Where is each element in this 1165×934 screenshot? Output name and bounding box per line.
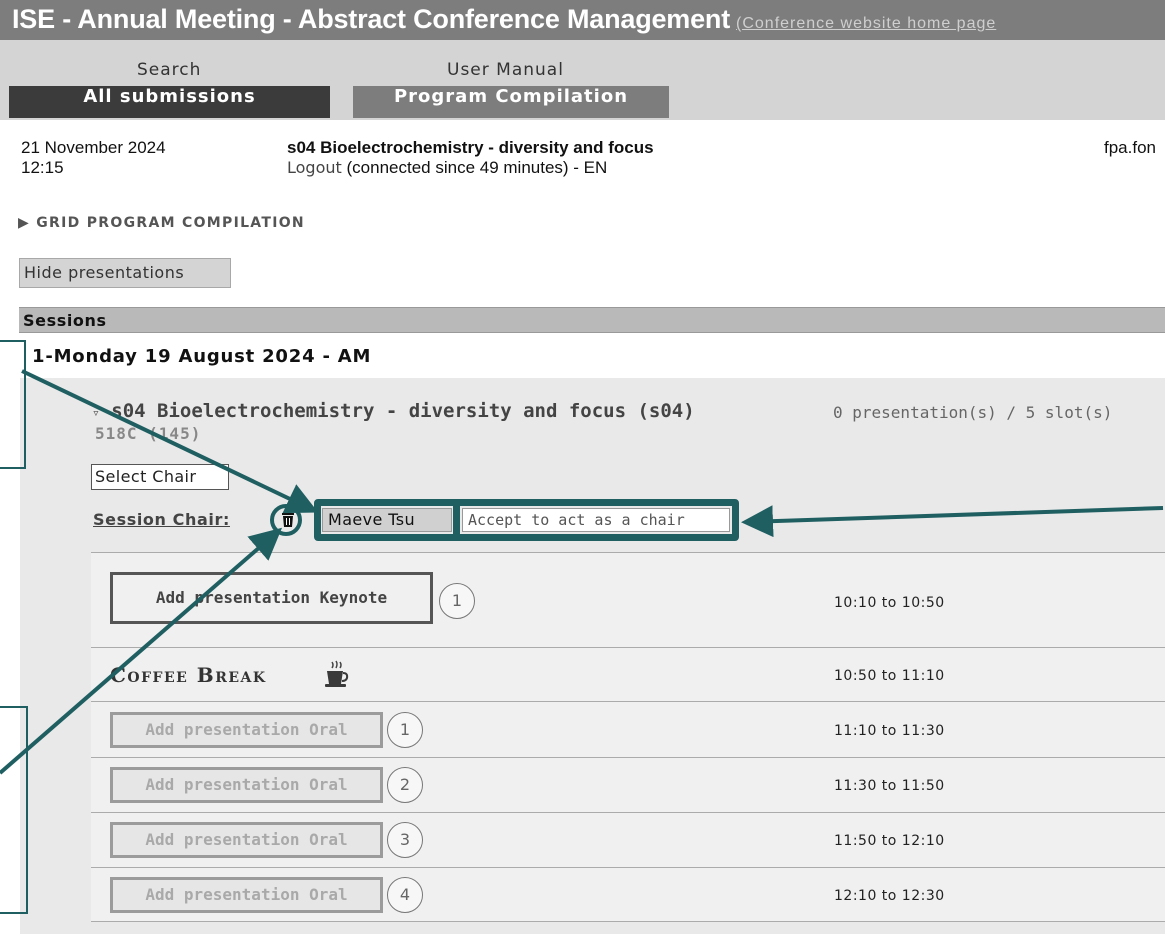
arrow-to-trash bbox=[0, 527, 283, 775]
arrow-to-chair-name bbox=[21, 369, 319, 514]
annotation-arrows bbox=[0, 369, 1164, 775]
arrow-to-accept-chair bbox=[741, 505, 1164, 538]
